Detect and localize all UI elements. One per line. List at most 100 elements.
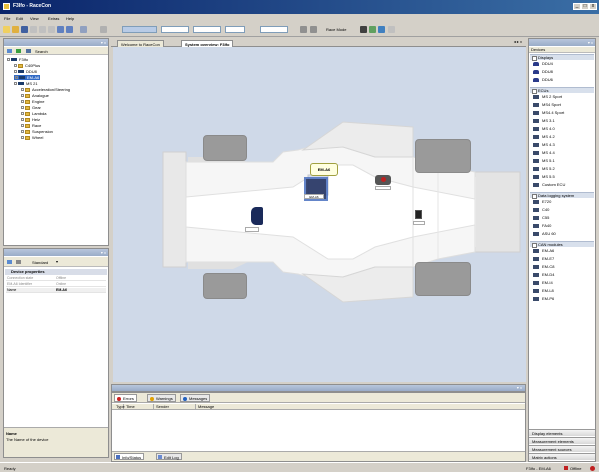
toolbar-field-1[interactable] [122,26,157,33]
device-library-item[interactable]: C55 [533,215,549,221]
device-library-item[interactable]: EM-A6 [533,248,554,254]
expand-icon[interactable] [14,64,17,68]
expand-icon[interactable] [21,106,24,110]
device-library-item[interactable]: MS 5.2 [533,166,555,172]
message-filter-tab[interactable]: Messages [180,394,211,402]
menu-file[interactable]: File [4,16,10,21]
device-library-item[interactable]: EM-E7 [533,256,554,262]
property-row[interactable]: Connection state Offline [6,276,106,281]
tree-item[interactable]: F3Ifo [7,57,28,62]
accordion-section[interactable]: Matrix actions [529,453,595,460]
minimize-button[interactable]: _ [573,3,581,10]
toolbar-field-4[interactable] [225,26,245,33]
menu-view[interactable]: View [30,16,39,21]
cut-icon[interactable] [30,26,37,33]
refresh-icon[interactable] [16,49,21,53]
info-icon[interactable] [378,26,385,33]
device-library-item[interactable]: MS 5.5 [533,174,555,180]
tree-item[interactable]: Race [21,123,41,128]
expand-icon[interactable] [21,118,24,122]
device-library-item[interactable]: MS4.4 Sport [533,110,564,116]
toolbar-field-3[interactable] [193,26,221,33]
tree-item[interactable]: DDU8 [14,69,37,74]
tree-item[interactable]: Engine [21,99,44,104]
col-time[interactable]: Time [124,404,154,410]
device-library-item[interactable]: DDU4 [533,61,553,67]
device-library-item[interactable]: MS 4.3 [533,142,555,148]
undo-icon[interactable] [57,26,64,33]
expand-icon[interactable] [21,124,24,128]
device-library-item[interactable]: EM-I4 [533,280,553,286]
new-icon[interactable] [3,26,10,33]
chevron-down-icon[interactable]: ▾ [56,259,58,264]
device-library-item[interactable]: EM-C8 [533,264,554,270]
device-group-header[interactable]: Displays [530,54,594,61]
accordion-section[interactable]: Measurement sources [529,445,595,452]
device-group-header[interactable]: ECUs [530,87,594,94]
tree-item[interactable]: MS 21 [14,81,38,86]
expand-icon[interactable] [21,88,24,92]
tool-icon[interactable] [100,26,107,33]
tree-item[interactable]: EM-A6 [14,75,41,80]
tree-item[interactable]: Heiz [21,117,40,122]
redo-icon[interactable] [66,26,73,33]
front-device-icon[interactable] [415,210,422,219]
expand-icon[interactable] [7,58,10,62]
race-mode-label[interactable]: Race Mode [326,27,346,32]
device-library-item[interactable]: MS 4.0 [533,126,555,132]
menu-help[interactable]: Help [66,16,74,21]
go-icon[interactable] [369,26,376,33]
chart-icon[interactable] [310,26,317,33]
accordion-section[interactable]: Measurement elements [529,437,595,444]
tree-item[interactable]: Wheel [21,135,43,140]
expand-icon[interactable] [21,136,24,140]
device-library-item[interactable]: Custom ECU [533,182,565,188]
menu-edit[interactable]: Edit [16,16,23,21]
tree-item[interactable]: Suspension [21,129,53,134]
device-library-item[interactable]: EM-P6 [533,296,554,302]
close-button[interactable]: x [589,3,597,10]
device-library-item[interactable]: MS 2 Sport [533,94,562,100]
accordion-section[interactable]: Display elements [529,429,595,436]
device-library-item[interactable]: MS 3.1 [533,118,555,124]
open-icon[interactable] [12,26,19,33]
message-filter-tab[interactable]: Warnings [147,394,176,402]
col-type[interactable]: Type [114,404,125,410]
maximize-button[interactable]: □ [581,3,589,10]
device-library-item[interactable]: EM-D4 [533,272,554,278]
expand-icon[interactable] [21,130,24,134]
sort-icon[interactable] [7,260,12,264]
close-tab-icon[interactable]: ◂ ▸ x [514,39,522,44]
search-label[interactable]: Search [35,49,48,54]
messages-close-icon[interactable]: ▾ x [517,385,522,390]
expand-icon[interactable] [21,100,24,104]
property-value[interactable]: EM-A6 [56,288,67,293]
property-value[interactable]: Online [56,282,66,287]
device-library-item[interactable]: DDU6 [533,77,553,83]
filter-icon[interactable] [300,26,307,33]
expand-icon[interactable] [15,76,18,80]
save-icon[interactable] [21,26,28,33]
connect-icon[interactable] [80,26,87,33]
paste-icon[interactable] [48,26,55,33]
device-library-item[interactable]: MS 4.4 [533,150,555,156]
dropdown-icon[interactable] [388,26,395,33]
copy-icon[interactable] [39,26,46,33]
tree-item[interactable]: Acceleration/Steering [21,87,70,92]
message-filter-tab[interactable]: Errors [114,394,137,402]
device-library-item[interactable]: MS4 Sport [533,102,561,108]
property-value[interactable]: Offline [56,276,66,281]
expand-icon[interactable] [14,70,17,74]
property-row[interactable]: EM-A6 Identifier Online [6,282,106,287]
device-group-header[interactable]: CAN modules [530,241,594,248]
device-library-item[interactable]: C40 [533,207,549,213]
collapse-icon[interactable] [7,49,12,53]
device-library-item[interactable]: E720 [533,199,551,205]
alpha-sort-icon[interactable] [16,260,21,264]
expand-icon[interactable] [14,82,17,86]
menu-extras[interactable]: Extras [48,16,59,21]
filter-dropdown[interactable]: Standard [32,260,48,265]
device-library-item[interactable]: FA40 [533,223,551,229]
property-row[interactable]: Name EM-A6 [6,288,106,293]
tab-edit-log[interactable]: Edit Log [156,453,182,460]
